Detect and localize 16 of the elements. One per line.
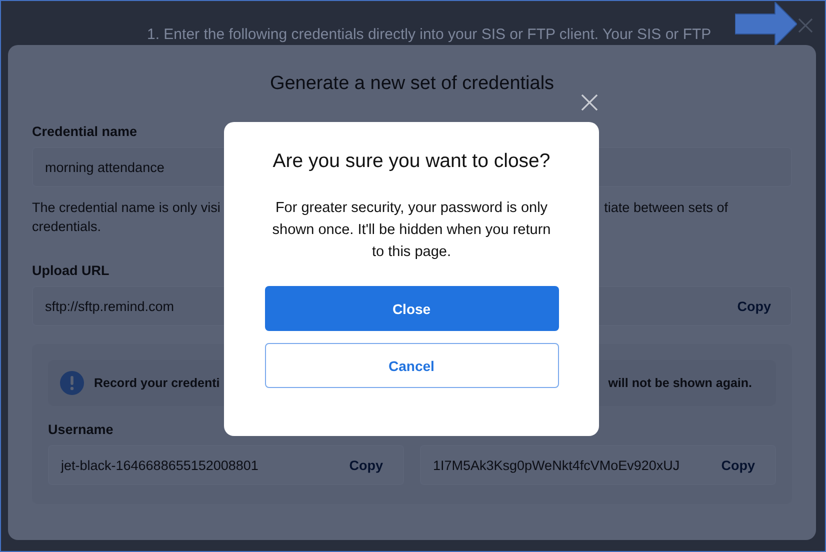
field-label: Username <box>48 422 114 437</box>
field-label: Upload URL <box>32 263 110 278</box>
field-value: 1I7M5Ak3Ksg0pWeNkt4fcVMoEv920xUJ <box>433 458 680 472</box>
dialog-message: For greater security, your password is only shown once. It'll be hidden when you return to this page. <box>271 199 552 262</box>
help-text: tiate between sets of <box>604 200 728 215</box>
field-value: morning attendance <box>45 160 164 174</box>
field-label: Credential name <box>32 124 138 139</box>
instruction-text: 1. Enter the following credentials directly into your SIS or FTP client. Your SIS or FTP <box>147 26 712 43</box>
notice-text: will not be shown again. <box>608 376 752 390</box>
field-value: jet-black-1646688655152008801 <box>61 458 258 472</box>
notice-text: Record your credenti <box>94 376 220 390</box>
panel-title: Generate a new set of credentials <box>268 73 556 95</box>
dialog-title: Are you sure you want to close? <box>272 150 552 173</box>
field-value: sftp://sftp.remind.com <box>45 298 174 314</box>
help-text: credentials. <box>32 219 102 234</box>
help-text: The credential name is only visi <box>32 200 220 215</box>
